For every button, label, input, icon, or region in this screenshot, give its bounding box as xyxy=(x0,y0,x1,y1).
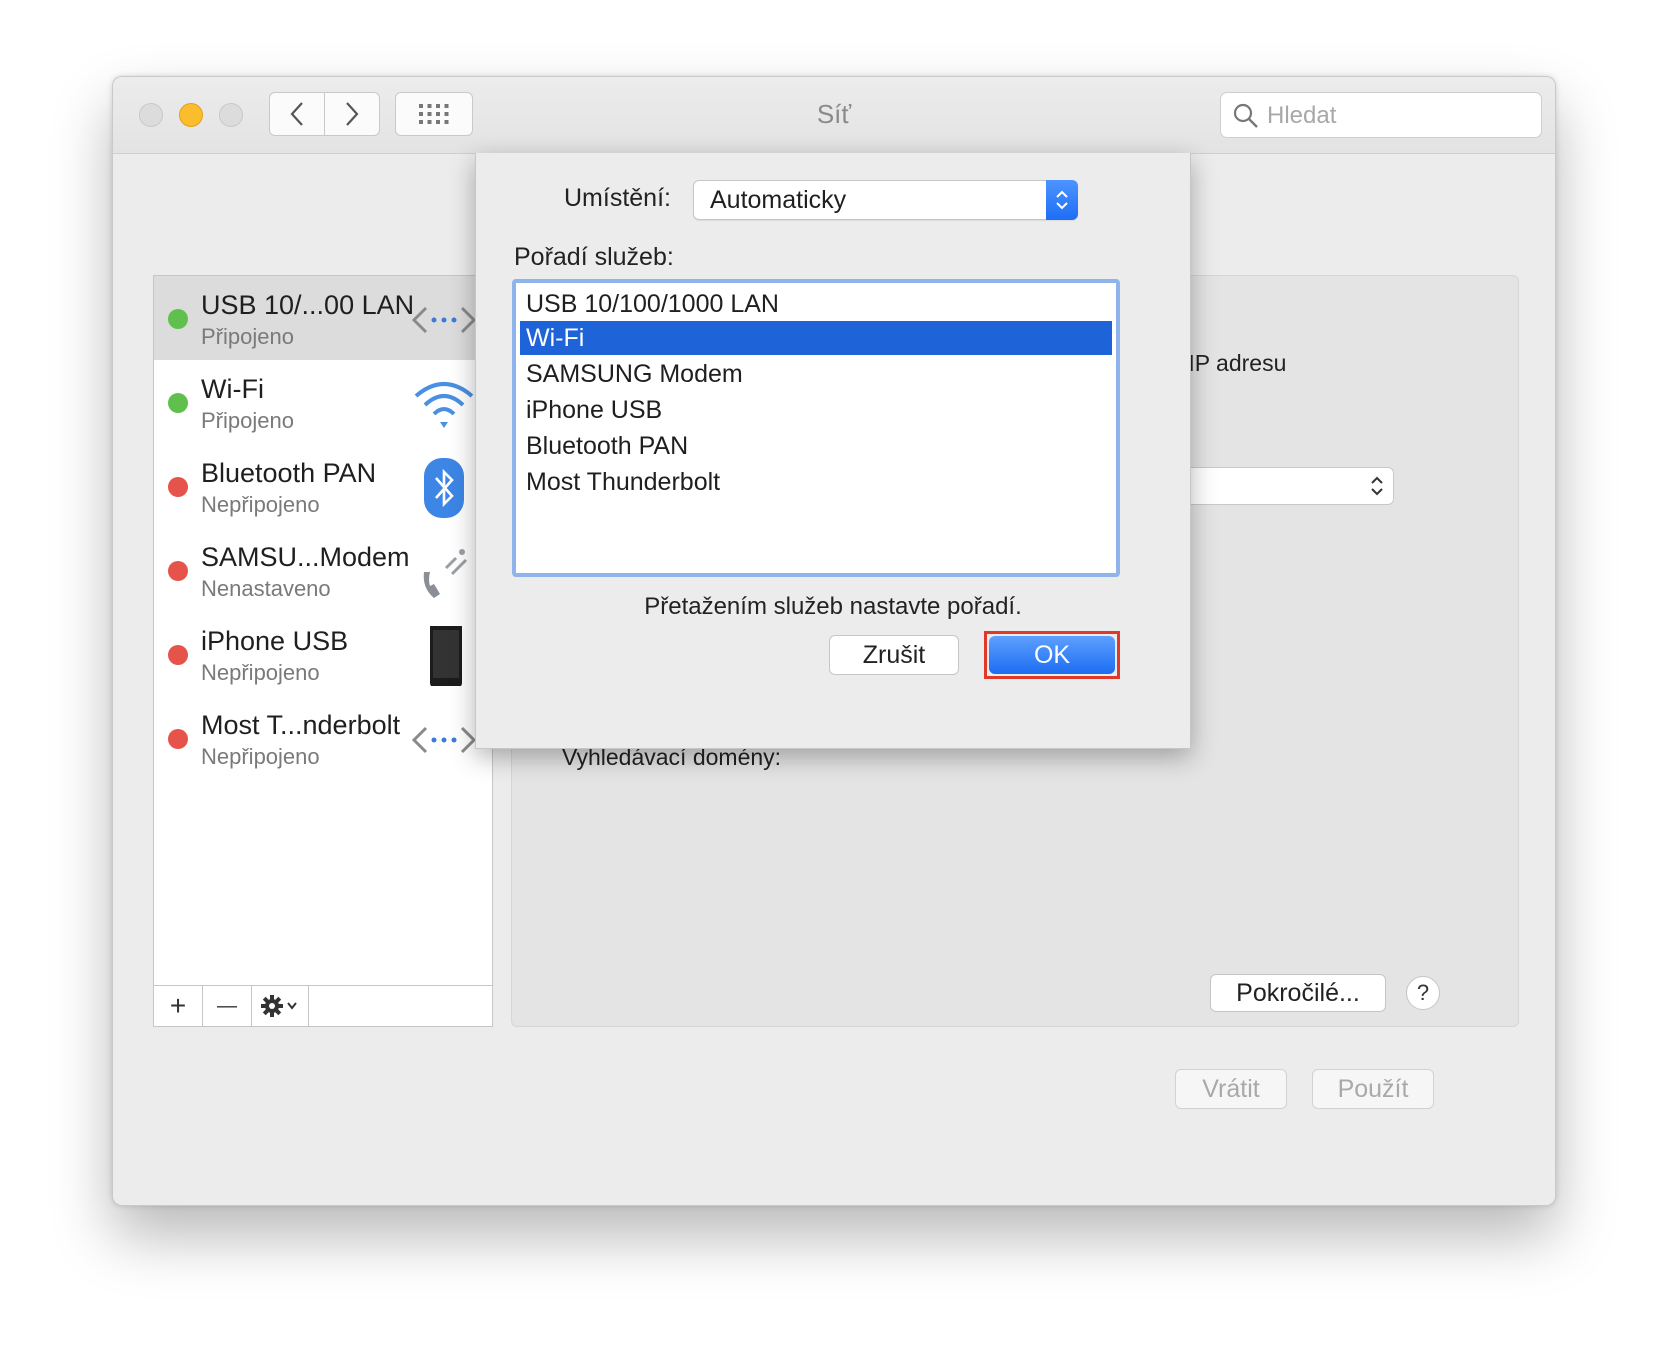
search-field[interactable] xyxy=(1220,92,1542,138)
status-dot xyxy=(168,561,188,581)
service-name: SAMSU...Modem xyxy=(201,542,410,572)
location-value: Automaticky xyxy=(710,186,847,214)
sidebar-item-wifi[interactable]: Wi-Fi Připojeno xyxy=(154,360,492,444)
minus-icon: — xyxy=(217,994,237,1017)
advanced-button[interactable]: Pokročilé... xyxy=(1210,974,1386,1012)
sidebar-item-usb-lan[interactable]: USB 10/...00 LAN Připojeno xyxy=(154,276,492,360)
status-dot xyxy=(168,729,188,749)
status-dot xyxy=(168,309,188,329)
gear-icon xyxy=(261,995,297,1017)
sidebar-toolbar: + — xyxy=(154,985,492,1026)
list-item-selected[interactable]: Wi-Fi xyxy=(520,321,1112,355)
service-name: Most T...nderbolt xyxy=(201,710,401,740)
wifi-icon xyxy=(414,382,474,428)
service-name: iPhone USB xyxy=(201,626,349,656)
revert-button[interactable]: Vrátit xyxy=(1175,1069,1287,1109)
help-button[interactable]: ? xyxy=(1406,976,1440,1010)
status-dot xyxy=(168,393,188,413)
cancel-button[interactable]: Zrušit xyxy=(829,635,959,675)
up-down-chevron-icon xyxy=(1371,476,1383,496)
service-status: Nepřipojeno xyxy=(201,492,320,517)
service-status: Nepřipojeno xyxy=(201,744,320,769)
service-order-list[interactable]: USB 10/100/1000 LAN Wi-Fi SAMSUNG Modem … xyxy=(512,279,1120,577)
list-item[interactable]: Bluetooth PAN xyxy=(520,429,1112,463)
service-status: Nenastaveno xyxy=(201,576,331,601)
ethernet-icon xyxy=(412,306,476,334)
service-name: Bluetooth PAN xyxy=(201,458,377,488)
search-input[interactable] xyxy=(1265,99,1529,133)
list-item[interactable]: SAMSUNG Modem xyxy=(520,357,1112,391)
service-order-label: Pořadí služeb: xyxy=(514,243,674,271)
sidebar-item-bluetooth-pan[interactable]: Bluetooth PAN Nepřipojeno xyxy=(154,444,492,528)
status-dot xyxy=(168,477,188,497)
add-service-button[interactable]: + xyxy=(154,986,203,1026)
service-name: USB 10/...00 LAN xyxy=(201,290,415,320)
list-item[interactable]: USB 10/100/1000 LAN xyxy=(520,287,1112,321)
thunderbolt-bridge-icon xyxy=(412,726,476,754)
sidebar-item-iphone-usb[interactable]: iPhone USB Nepřipojeno xyxy=(154,612,492,696)
drag-hint-text: Přetažením služeb nastavte pořadí. xyxy=(644,593,1022,620)
service-status: Připojeno xyxy=(201,408,294,433)
up-down-chevron-icon xyxy=(1056,190,1068,210)
service-status: Připojeno xyxy=(201,324,294,349)
remove-service-button[interactable]: — xyxy=(203,986,252,1026)
iphone-icon xyxy=(430,626,462,686)
bluetooth-icon xyxy=(424,458,464,518)
service-order-sheet: Umístění: Automaticky Pořadí služeb: USB… xyxy=(475,153,1191,749)
ok-button[interactable]: OK xyxy=(989,636,1115,674)
service-list-sidebar: USB 10/...00 LAN Připojeno Wi-Fi Připoje… xyxy=(153,275,493,1027)
sidebar-item-samsung-modem[interactable]: SAMSU...Modem Nenastaveno xyxy=(154,528,492,612)
phone-modem-icon xyxy=(423,549,468,598)
apply-button[interactable]: Použít xyxy=(1312,1069,1434,1109)
location-popup[interactable]: Automaticky xyxy=(693,180,1078,220)
service-status: Nepřipojeno xyxy=(201,660,320,685)
plus-icon: + xyxy=(169,990,187,1021)
status-dot xyxy=(168,645,188,665)
search-icon xyxy=(1233,103,1258,128)
location-label: Umístění: xyxy=(564,184,671,212)
ok-button-highlight: OK xyxy=(984,631,1120,679)
list-item[interactable]: Most Thunderbolt xyxy=(520,465,1112,499)
title-bar: Síť xyxy=(113,77,1555,154)
list-item[interactable]: iPhone USB xyxy=(520,393,1112,427)
sidebar-item-thunderbolt-bridge[interactable]: Most T...nderbolt Nepřipojeno xyxy=(154,696,492,780)
popup-stepper xyxy=(1046,180,1078,220)
action-menu-button[interactable] xyxy=(252,986,309,1026)
network-preferences-window: Síť USB 10/...00 LAN Připojeno Wi-Fi Při… xyxy=(112,76,1556,1206)
service-name: Wi-Fi xyxy=(201,374,264,404)
